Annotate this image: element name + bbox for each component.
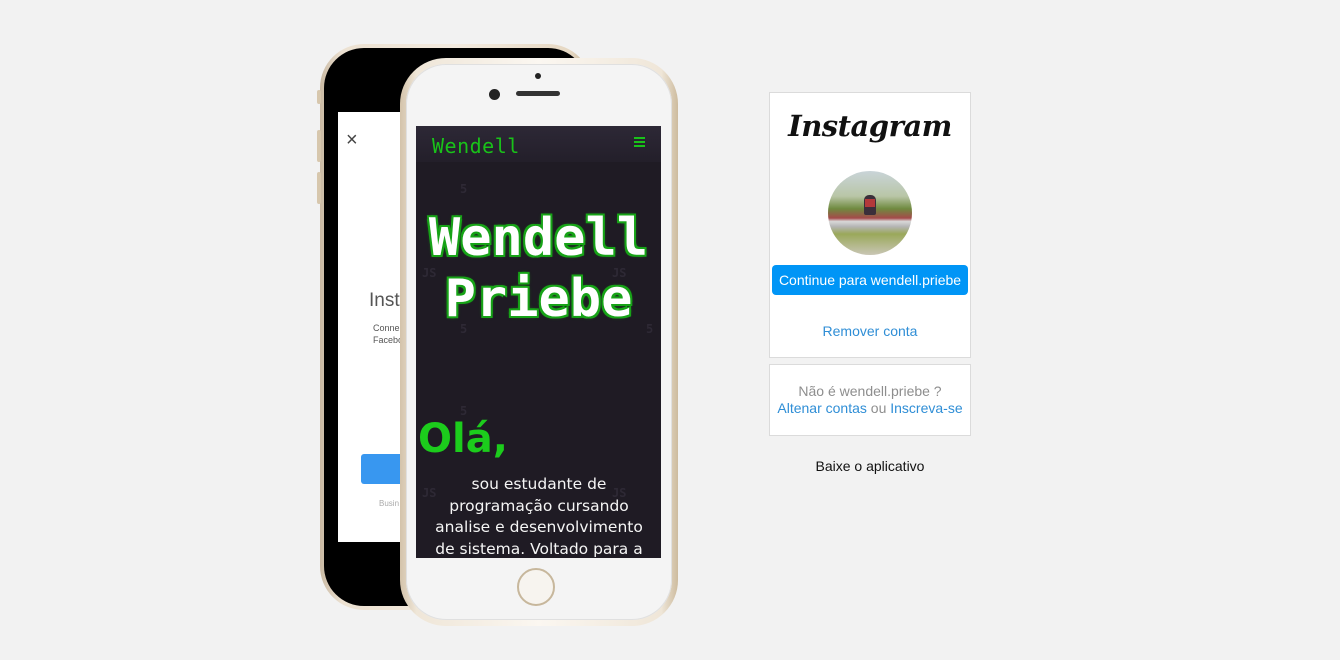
- hero-name-line: Priebe: [444, 269, 633, 329]
- back-screen-text-line: Conne: [373, 323, 400, 333]
- site-logo[interactable]: Wendell: [432, 134, 520, 158]
- html5-background-icon: 5: [460, 182, 468, 196]
- remove-account-link[interactable]: Remover conta: [770, 323, 970, 339]
- phone-side-button: [317, 90, 321, 104]
- continue-button[interactable]: Continue para wendell.priebe: [772, 265, 968, 295]
- phone-volume-up-button: [317, 130, 321, 162]
- phone-speaker: [516, 91, 560, 96]
- phone-home-button: [517, 568, 555, 606]
- avatar: [828, 171, 912, 255]
- login-card: Instagram Continue para wendell.priebe R…: [769, 92, 971, 358]
- switch-account-card: Não é wendell.priebe ? Altenar contas ou…: [769, 364, 971, 436]
- intro-text: sou estudante de programação cursando an…: [435, 475, 643, 558]
- hero-name-line: Wendell: [428, 208, 649, 268]
- phone-camera-icon: [489, 89, 500, 100]
- back-screen-text-line: Facebo: [373, 335, 404, 345]
- back-screen-text: Conne Facebo: [373, 322, 403, 346]
- close-icon: ×: [346, 129, 358, 151]
- site-header: Wendell: [416, 126, 661, 162]
- not-user-text: Não é wendell.priebe ?: [798, 383, 942, 399]
- instagram-logo: Instagram: [788, 109, 952, 143]
- switch-accounts-link[interactable]: Altenar contas: [777, 400, 867, 416]
- download-app-text: Baixe o aplicativo: [815, 458, 925, 474]
- or-text: ou: [870, 400, 887, 416]
- signup-link[interactable]: Inscreva-se: [890, 400, 962, 416]
- phone-volume-down-button: [317, 172, 321, 204]
- back-screen-footer: Busin: [379, 499, 400, 508]
- hamburger-menu-icon[interactable]: [634, 137, 645, 148]
- portfolio-screen: 5 JS JS 5 5 5 JS JS Wendell Wendell Prie…: [416, 126, 661, 558]
- phone-sensor: [535, 73, 541, 79]
- greeting: Olá,: [418, 416, 508, 462]
- hero-name: Wendell Priebe: [416, 208, 661, 330]
- switch-account-line: Altenar contas ou Inscreva-se: [770, 400, 970, 416]
